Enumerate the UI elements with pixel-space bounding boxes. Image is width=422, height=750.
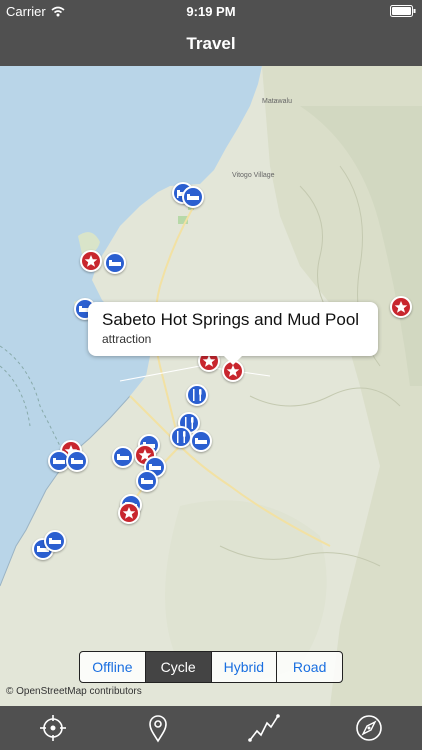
map-type-road[interactable]: Road	[277, 652, 342, 682]
hotel-marker[interactable]	[136, 470, 158, 492]
map-type-hybrid[interactable]: Hybrid	[212, 652, 278, 682]
bed-icon	[49, 538, 61, 544]
bed-icon	[109, 260, 121, 266]
restaurant-marker[interactable]	[170, 426, 192, 448]
map-callout[interactable]: Sabeto Hot Springs and Mud Pool attracti…	[88, 302, 378, 365]
pin-button[interactable]	[136, 706, 180, 750]
pin-icon	[149, 715, 168, 743]
callout-title: Sabeto Hot Springs and Mud Pool	[102, 310, 360, 329]
star-icon	[226, 365, 240, 377]
hotel-marker[interactable]	[112, 446, 134, 468]
map-attribution[interactable]: © OpenStreetMap contributors	[6, 686, 142, 697]
star-icon	[122, 507, 136, 519]
hotel-marker[interactable]	[66, 450, 88, 472]
clock: 9:19 PM	[186, 4, 236, 19]
locate-button[interactable]	[31, 706, 75, 750]
bed-icon	[53, 458, 65, 464]
place-label: Vitogo Village	[232, 172, 275, 179]
bed-icon	[71, 458, 83, 464]
route-button[interactable]	[242, 706, 286, 750]
route-icon	[247, 714, 280, 742]
place-label: Matawalu	[262, 98, 292, 105]
hotel-marker[interactable]	[182, 186, 204, 208]
bed-icon	[117, 454, 129, 460]
attraction-marker[interactable]	[390, 296, 412, 318]
restaurant-icon	[177, 431, 186, 443]
star-icon	[394, 301, 408, 313]
battery-icon	[390, 5, 416, 17]
bed-icon	[141, 478, 153, 484]
attraction-marker[interactable]	[118, 502, 140, 524]
star-icon	[202, 355, 216, 367]
hotel-marker[interactable]	[190, 430, 212, 452]
map-type-selector[interactable]: Offline Cycle Hybrid Road	[79, 651, 343, 683]
hotel-marker[interactable]	[104, 252, 126, 274]
hotel-marker[interactable]	[44, 530, 66, 552]
restaurant-icon	[193, 389, 202, 401]
status-bar: Carrier 9:19 PM	[0, 0, 422, 22]
nav-bar: Travel	[0, 22, 422, 66]
restaurant-marker[interactable]	[186, 384, 208, 406]
map-type-cycle[interactable]: Cycle	[145, 652, 212, 682]
compass-icon	[356, 715, 383, 741]
bed-icon	[195, 438, 207, 444]
bottom-toolbar	[0, 706, 422, 750]
page-title: Travel	[186, 34, 236, 53]
star-icon	[84, 255, 98, 267]
locate-icon	[39, 715, 66, 741]
map-type-offline[interactable]: Offline	[80, 652, 146, 682]
callout-subtitle: attraction	[102, 332, 152, 346]
bed-icon	[187, 194, 199, 200]
attraction-marker[interactable]	[80, 250, 102, 272]
map-base	[0, 66, 422, 706]
compass-button[interactable]	[347, 706, 391, 750]
map-view[interactable]: Matawalu Vitogo Village Sabeto Hot Sprin…	[0, 66, 422, 706]
